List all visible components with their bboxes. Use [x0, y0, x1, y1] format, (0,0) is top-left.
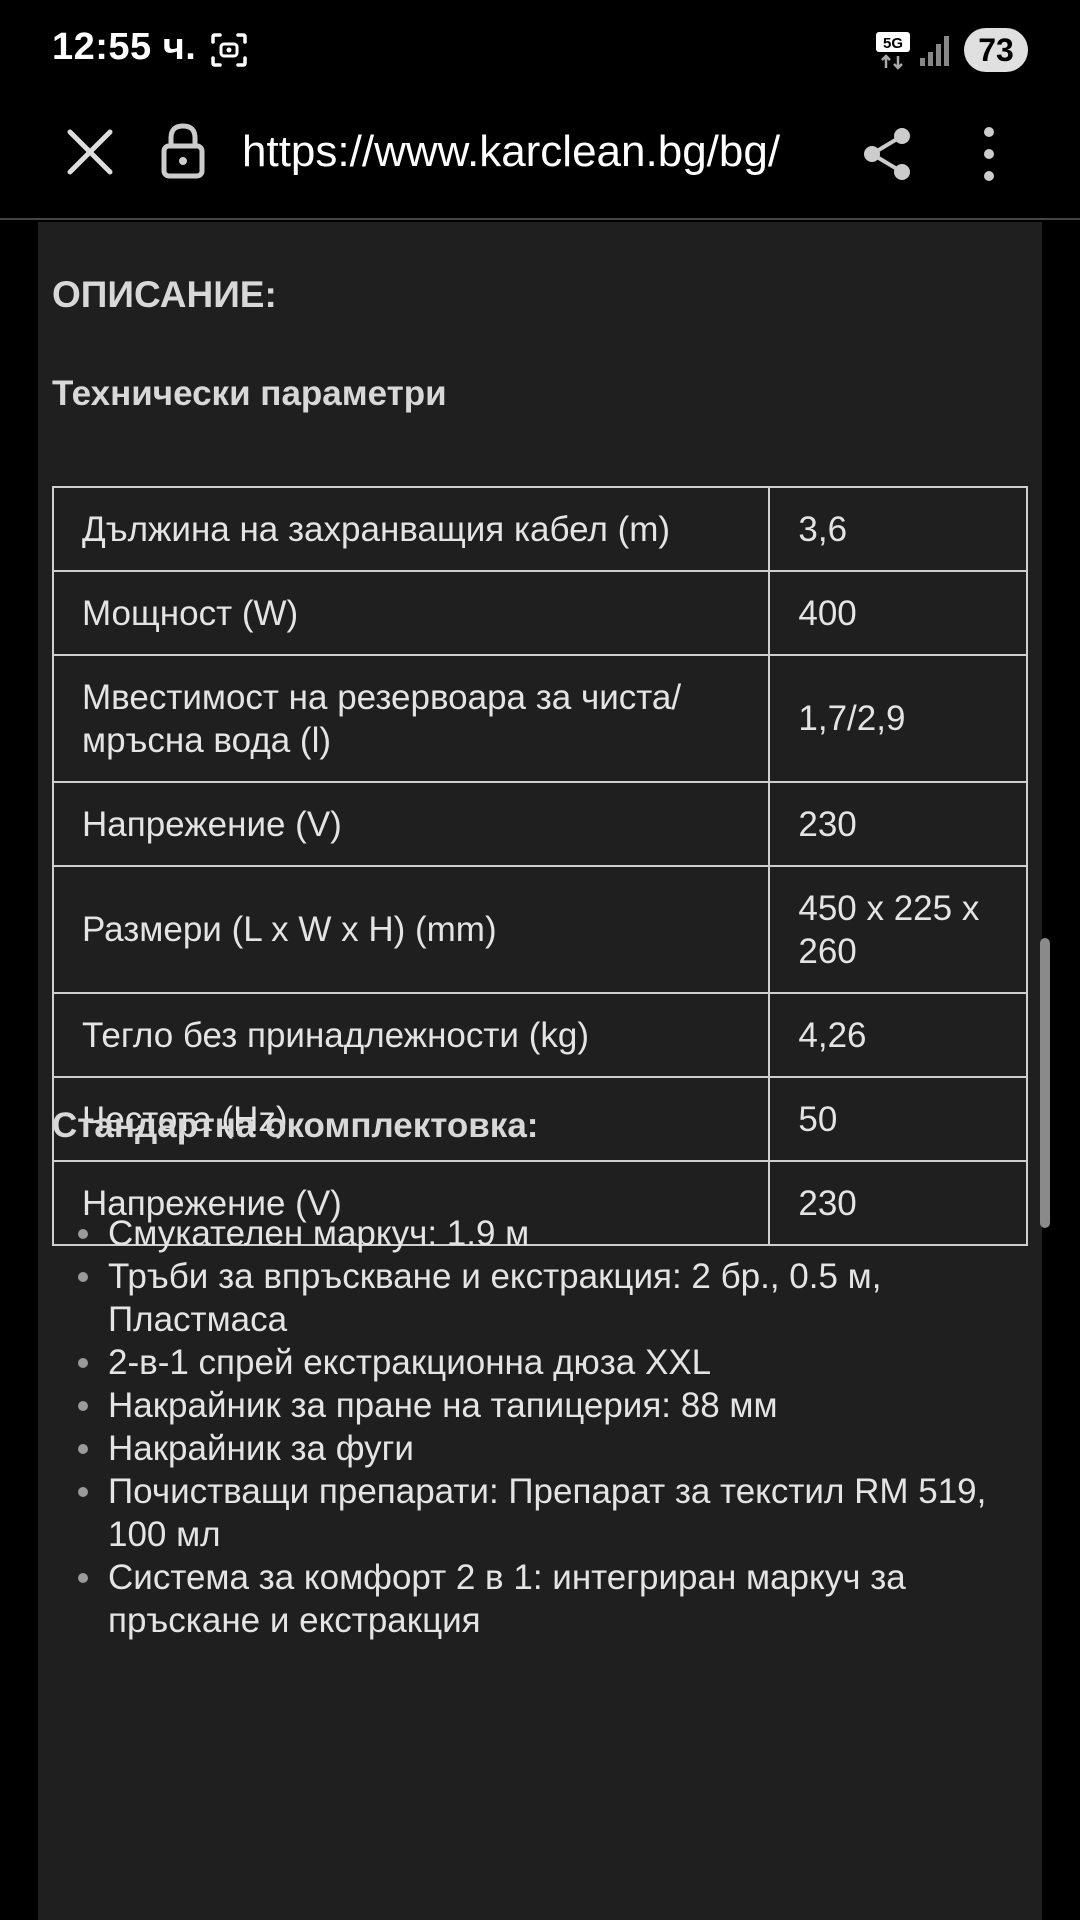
- standard-kit-heading: Стандартна окомплектовка:: [52, 1106, 539, 1145]
- screenshot-icon: [211, 33, 247, 67]
- table-row: Тегло без принадлежности (kg) 4,26: [51, 992, 1028, 1078]
- lock-icon[interactable]: [160, 122, 206, 180]
- spec-value: 3,6: [768, 486, 1028, 572]
- spec-key: Напрежение (V): [51, 781, 771, 867]
- status-time: 12:55 ч.: [52, 26, 197, 68]
- spec-value: 4,26: [768, 992, 1028, 1078]
- description-heading: ОПИСАНИЕ:: [52, 274, 277, 315]
- spec-value: 50: [768, 1076, 1028, 1162]
- list-item: Накрайник за фуги: [78, 1427, 1008, 1470]
- web-page[interactable]: ОПИСАНИЕ: Технически параметри Дължина н…: [0, 222, 1080, 1920]
- page-scrollbar[interactable]: [1040, 938, 1050, 1228]
- more-vert-icon[interactable]: [976, 124, 1002, 184]
- spec-value: 450 x 225 x 260: [768, 865, 1028, 994]
- spec-key: Размери (L x W x H) (mm): [51, 865, 771, 994]
- status-bar: 12:55 ч. 5G 73: [0, 0, 1080, 86]
- table-row: Мвестимост на резервоара за чиста/ мръсн…: [51, 654, 1028, 783]
- list-item: Смукателен маркуч: 1.9 м: [78, 1212, 1008, 1255]
- table-row: Напрежение (V) 230: [51, 781, 1028, 867]
- share-icon[interactable]: [862, 126, 914, 182]
- list-item: Почистващи препарати: Препарат за тексти…: [78, 1470, 1008, 1556]
- address-bar-url[interactable]: https://www.karclean.bg/bg/: [242, 122, 822, 182]
- table-row: Размери (L x W x H) (mm) 450 x 225 x 260: [51, 865, 1028, 994]
- spec-value: 230: [768, 781, 1028, 867]
- network-type-label: 5G: [883, 35, 903, 52]
- standard-kit-list: Смукателен маркуч: 1.9 м Тръби за впръск…: [78, 1212, 1008, 1642]
- list-item: Тръби за впръскване и екстракция: 2 бр.,…: [78, 1255, 1008, 1341]
- spec-key: Дължина на захранващия кабел (m): [51, 486, 771, 572]
- spec-value: 400: [768, 570, 1028, 656]
- list-item: 2-в-1 спрей екстракционна дюза XXL: [78, 1341, 1008, 1384]
- spec-value: 1,7/2,9: [768, 654, 1028, 783]
- 5g-icon: 5G: [876, 32, 910, 70]
- table-row: Дължина на захранващия кабел (m) 3,6: [51, 486, 1028, 572]
- browser-toolbar: https://www.karclean.bg/bg/: [0, 86, 1080, 220]
- battery-icon: 73: [964, 28, 1028, 72]
- list-item: Накрайник за пране на тапицерия: 88 мм: [78, 1384, 1008, 1427]
- table-row: Мощност (W) 400: [51, 570, 1028, 656]
- close-icon[interactable]: [62, 124, 118, 180]
- spec-key: Тегло без принадлежности (kg): [51, 992, 771, 1078]
- tech-params-heading: Технически параметри: [52, 374, 447, 413]
- spec-key: Мощност (W): [51, 570, 771, 656]
- list-item: Система за комфорт 2 в 1: интегриран мар…: [78, 1556, 1008, 1642]
- signal-icon: [920, 36, 949, 66]
- spec-key: Мвестимост на резервоара за чиста/ мръсн…: [51, 654, 771, 783]
- content-panel: ОПИСАНИЕ: Технически параметри Дължина н…: [38, 222, 1042, 1920]
